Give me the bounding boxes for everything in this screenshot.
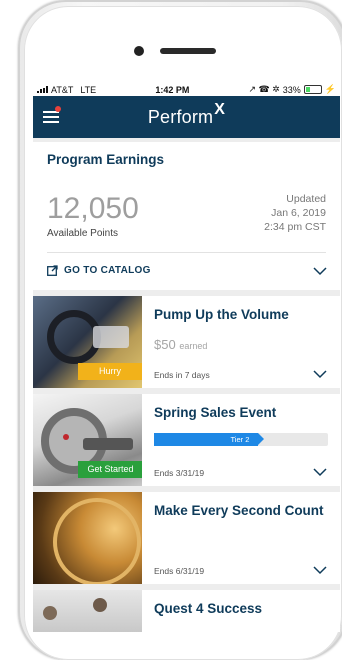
- tier-progress-bar: Tier 2: [154, 433, 328, 446]
- available-points-label: Available Points: [47, 228, 118, 239]
- quest-thumbnail-headphones: Hurry: [33, 296, 142, 388]
- status-bar: AT&T LTE 1:42 PM ↗ ☎ ✲ 33% ⚡: [33, 83, 340, 96]
- quest-title: Quest 4 Success: [154, 601, 263, 616]
- hamburger-icon[interactable]: [43, 111, 59, 124]
- earnings-title: Program Earnings: [47, 152, 165, 167]
- charging-icon: ⚡: [324, 84, 336, 94]
- battery-percent: 33%: [282, 84, 301, 95]
- app-logo: PerformX: [147, 100, 226, 127]
- status-indicators-icons: ↗ ☎ ✲: [248, 84, 280, 94]
- quest-end-date: Ends in 7 days: [154, 370, 210, 380]
- quest-earned: $50 earned: [154, 337, 208, 352]
- clock: 1:42 PM: [155, 84, 190, 95]
- quest-end-date: Ends 3/31/19: [154, 468, 205, 478]
- chevron-down-icon[interactable]: [313, 566, 327, 575]
- quest-end-date: Ends 6/31/19: [154, 566, 205, 576]
- hurry-badge: Hurry: [78, 363, 142, 380]
- speaker-grille: [160, 48, 216, 54]
- get-started-badge: Get Started: [78, 461, 142, 478]
- quest-card-make-every-second-count[interactable]: Make Every Second Count Ends 6/31/19: [33, 492, 340, 584]
- quest-thumbnail-meeting: [33, 590, 142, 632]
- quest-title: Spring Sales Event: [154, 405, 277, 420]
- updated-timestamp: Updated Jan 6, 2019 2:34 pm CST: [264, 193, 326, 233]
- chevron-down-icon[interactable]: [313, 468, 327, 477]
- carrier-label: AT&T: [51, 84, 74, 95]
- quest-thumbnail-watch: [33, 492, 142, 584]
- app-screen: AT&T LTE 1:42 PM ↗ ☎ ✲ 33% ⚡ PerformX Pr…: [33, 83, 340, 632]
- divider: [47, 252, 326, 253]
- signal-icon: [37, 86, 48, 93]
- go-to-catalog-link[interactable]: GO TO CATALOG: [47, 265, 151, 276]
- tier-progress-fill: Tier 2: [154, 433, 265, 446]
- camera-icon: [134, 46, 144, 56]
- battery-icon: [303, 85, 322, 94]
- quest-thumbnail-gears: Get Started: [33, 394, 142, 486]
- quest-card-pump-up-the-volume[interactable]: Hurry Pump Up the Volume $50 earned Ends…: [33, 296, 340, 388]
- quest-card-quest-4-success[interactable]: Quest 4 Success: [33, 590, 340, 632]
- top-navbar: PerformX: [33, 96, 340, 138]
- network-label: LTE: [80, 84, 97, 95]
- available-points-value: 12,050: [47, 192, 139, 225]
- quest-title: Pump Up the Volume: [154, 307, 289, 322]
- program-earnings-card: Program Earnings 12,050 Available Points…: [33, 142, 340, 290]
- notification-dot: [55, 106, 61, 112]
- chevron-down-icon[interactable]: [313, 267, 327, 276]
- quest-card-spring-sales-event[interactable]: Get Started Spring Sales Event Tier 2 En…: [33, 394, 340, 486]
- chevron-down-icon[interactable]: [313, 370, 327, 379]
- quest-title: Make Every Second Count: [154, 503, 324, 518]
- external-link-icon: [47, 265, 58, 276]
